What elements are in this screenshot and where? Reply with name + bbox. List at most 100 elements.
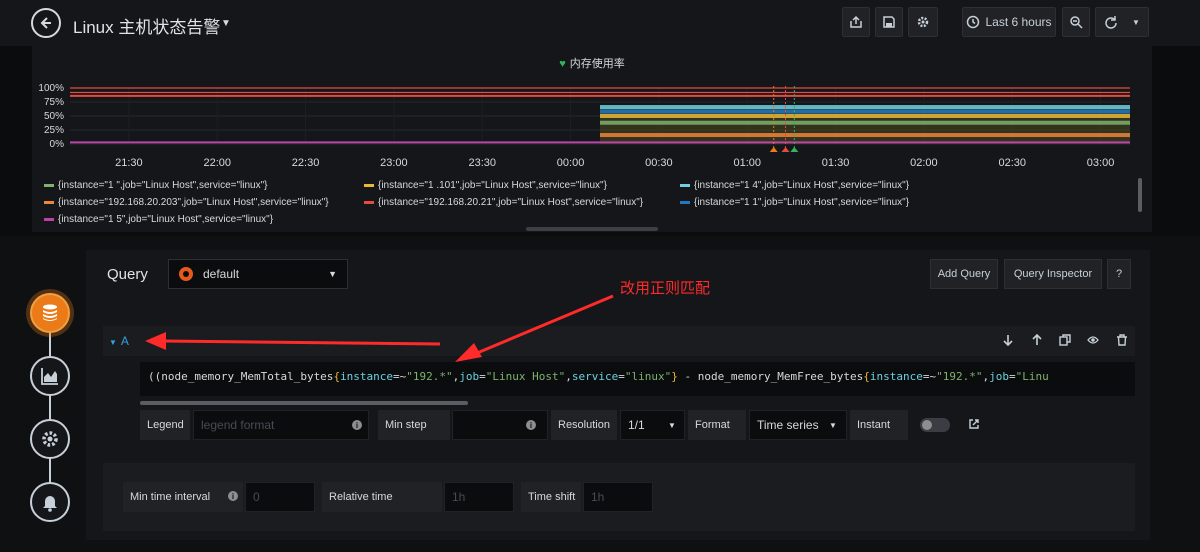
clock-icon <box>967 15 980 29</box>
dashboard-title[interactable]: Linux 主机状态告警 <box>73 13 220 38</box>
legend-item[interactable]: {instance="1 5",job="Linux Host",service… <box>44 214 273 224</box>
save-button[interactable] <box>875 7 903 37</box>
query-inspector-button[interactable]: Query Inspector <box>1004 259 1102 289</box>
expression-token: "192.*" <box>406 370 453 383</box>
legend-item[interactable]: {instance="1 1",job="Linux Host",service… <box>680 197 909 208</box>
queries-tab[interactable] <box>30 293 70 333</box>
relative-time-input[interactable]: 1h <box>444 482 514 512</box>
arrow-down-icon <box>1003 335 1013 346</box>
save-icon <box>883 16 895 28</box>
expression-scrollbar[interactable] <box>140 401 468 405</box>
series-line <box>600 133 1130 138</box>
share-icon <box>850 15 862 28</box>
legend-item[interactable]: {instance="192.168.20.203",job="Linux Ho… <box>44 197 329 208</box>
area-chart-icon <box>41 368 58 385</box>
move-down-button[interactable] <box>1000 332 1016 348</box>
refresh-button[interactable]: ▼ <box>1095 7 1149 37</box>
info-icon[interactable]: i <box>228 491 238 501</box>
datasource-name: default <box>203 267 240 281</box>
y-tick-label: 0% <box>50 139 65 150</box>
toggle-visibility-button[interactable] <box>1085 332 1101 348</box>
legend-swatch <box>44 218 54 221</box>
format-value: Time series <box>757 418 819 432</box>
chevron-down-icon: ▼ <box>1132 17 1140 27</box>
zoom-out-button[interactable] <box>1062 7 1090 37</box>
panel-title-text: 内存使用率 <box>569 58 625 70</box>
legend-item[interactable]: {instance="1 ",job="Linux Host",service=… <box>44 180 267 191</box>
legend-swatch <box>364 201 374 204</box>
legend-label: {instance="1 4",job="Linux Host",service… <box>694 180 910 191</box>
help-button[interactable]: ? <box>1107 259 1131 289</box>
y-tick-label: 50% <box>44 111 64 122</box>
expression-token: ((node_memory_MemTotal_bytes <box>148 370 334 383</box>
annotation-marker-triangle <box>790 147 799 152</box>
instant-toggle[interactable] <box>920 418 950 432</box>
external-link-icon[interactable] <box>968 418 980 430</box>
legend-item[interactable]: {instance="1 4",job="Linux Host",service… <box>680 180 909 191</box>
min-time-interval-input[interactable]: 0 <box>245 482 315 512</box>
legend-item[interactable]: {instance="192.168.20.21",job="Linux Hos… <box>364 197 643 208</box>
expression-token: "Linu <box>1015 370 1049 383</box>
share-button[interactable] <box>842 7 870 37</box>
refresh-icon <box>1105 16 1117 29</box>
datasource-select[interactable]: default ▼ <box>168 259 348 289</box>
x-tick-label: 03:00 <box>1087 157 1115 169</box>
expression-token: "Linux Host" <box>485 370 566 383</box>
legend-label: Legend <box>140 410 190 440</box>
duplicate-button[interactable] <box>1057 332 1073 348</box>
expression-token: = <box>1009 370 1016 383</box>
time-shift-input[interactable]: 1h <box>583 482 653 512</box>
series-line <box>600 105 1130 110</box>
chevron-down-icon[interactable]: ▼ <box>221 18 231 29</box>
legend-scrollbar[interactable] <box>1138 178 1142 212</box>
back-button[interactable] <box>31 8 61 38</box>
copy-icon <box>1059 334 1071 346</box>
series-line <box>600 114 1130 118</box>
relative-time-label: Relative time <box>322 482 442 512</box>
time-picker-button[interactable]: Last 6 hours <box>962 7 1056 37</box>
query-expression-input[interactable]: ((node_memory_MemTotal_bytes{instance=~"… <box>140 362 1135 396</box>
x-tick-label: 21:30 <box>115 157 143 169</box>
expression-token: } <box>671 370 678 383</box>
legend-label: {instance="1 5",job="Linux Host",service… <box>58 214 274 224</box>
annotation-marker-triangle <box>769 147 778 152</box>
arrow-left-icon <box>40 17 51 29</box>
y-tick-label: 25% <box>44 125 64 136</box>
time-shift-label: Time shift <box>521 482 581 512</box>
legend-label: {instance="1 .101",job="Linux Host",serv… <box>378 180 607 191</box>
graph-panel: ♥ 内存使用率 100% 75% 50% 25% 0% 21:30 22:00 22:30 23:… <box>32 46 1152 232</box>
instant-label: Instant <box>850 410 908 440</box>
chevron-down-icon: ▼ <box>109 338 117 347</box>
legend-label: {instance="1 1",job="Linux Host",service… <box>694 197 910 208</box>
x-tick-label: 02:30 <box>998 157 1026 169</box>
visualization-tab[interactable] <box>30 356 70 396</box>
info-icon[interactable]: i <box>352 420 362 430</box>
settings-button[interactable] <box>908 7 938 37</box>
expression-token: job <box>989 370 1010 383</box>
general-tab[interactable] <box>30 419 70 459</box>
chart[interactable]: 100% 75% 50% 25% 0% 21:30 22:00 22:30 23:00 23:30… <box>32 76 1152 176</box>
legend-label: {instance="1 ",job="Linux Host",service=… <box>58 180 268 191</box>
gear-icon <box>42 431 58 447</box>
info-icon[interactable]: i <box>526 420 536 430</box>
x-tick-label: 22:00 <box>203 157 231 169</box>
legend-format-placeholder: legend format <box>201 418 275 432</box>
delete-query-button[interactable] <box>1114 332 1130 348</box>
heart-icon: ♥ <box>559 58 566 70</box>
legend-swatch <box>364 184 374 187</box>
legend-item[interactable]: {instance="1 .101",job="Linux Host",serv… <box>364 180 607 191</box>
add-query-button[interactable]: Add Query <box>930 259 998 289</box>
query-row-header[interactable] <box>103 326 1135 356</box>
expression-token: "linux" <box>624 370 672 383</box>
alert-tab[interactable] <box>30 482 70 522</box>
x-tick-label: 01:30 <box>822 157 850 169</box>
panel-title[interactable]: ♥ 内存使用率 <box>32 55 1152 71</box>
query-row-toggle[interactable]: ▼ A <box>109 334 129 348</box>
expression-token: , <box>565 370 572 383</box>
move-up-button[interactable] <box>1029 332 1045 348</box>
legend-format-input[interactable]: legend format <box>193 410 369 440</box>
expression-token: - node_memory_MemFree_bytes <box>677 370 864 383</box>
arrow-up-icon <box>1032 334 1042 345</box>
panel-resize-handle[interactable] <box>526 227 658 231</box>
legend-swatch <box>44 201 54 204</box>
